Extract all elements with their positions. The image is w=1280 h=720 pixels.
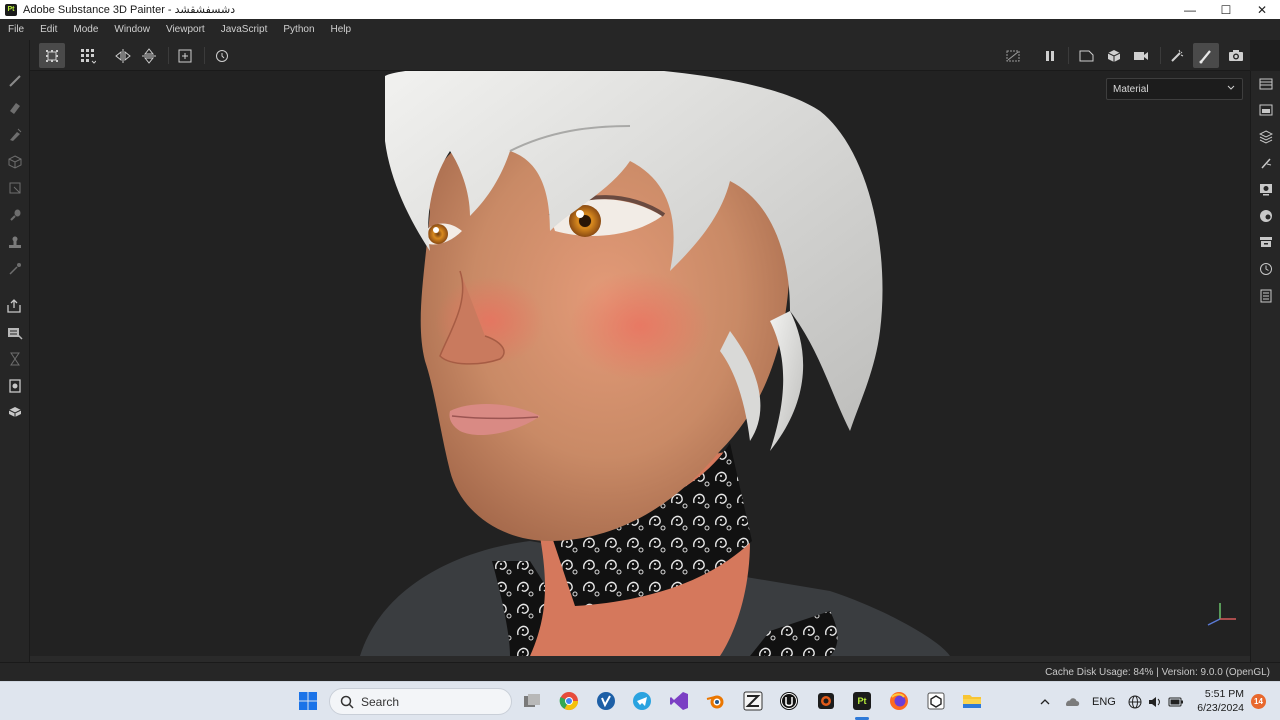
app-logo-icon: Pt — [5, 3, 17, 16]
menu-javascript[interactable]: JavaScript — [213, 24, 276, 35]
hourglass-icon[interactable] — [3, 348, 27, 370]
pause-icon[interactable] — [1037, 43, 1063, 68]
blender-icon[interactable] — [704, 689, 728, 713]
brush-lighting-icon[interactable] — [1164, 43, 1190, 68]
title-bar: Pt Adobe Substance 3D Painter - دشسفشقشد… — [0, 0, 1280, 19]
export-icon[interactable] — [3, 295, 27, 317]
start-icon[interactable] — [296, 689, 320, 713]
tray-overflow-chevron-icon[interactable] — [1040, 698, 1050, 706]
status-text: Cache Disk Usage: 84% | Version: 9.0.0 (… — [1045, 667, 1270, 678]
3d-viewport[interactable]: Material — [30, 71, 1250, 656]
window-title: Adobe Substance 3D Painter - دشسفشقشد — [23, 4, 236, 16]
camera-persp-icon[interactable] — [1074, 43, 1100, 68]
clone-icon[interactable] — [3, 231, 27, 253]
unreal-icon[interactable] — [777, 689, 801, 713]
taskbar-search-box[interactable]: Search — [329, 688, 512, 715]
layers-panel-icon[interactable] — [1254, 73, 1278, 95]
menu-python[interactable]: Python — [275, 24, 322, 35]
onedrive-icon[interactable] — [1064, 696, 1080, 708]
grid-options-icon[interactable] — [75, 43, 101, 68]
volume-icon[interactable] — [1148, 696, 1162, 708]
assets-icon[interactable] — [1254, 231, 1278, 253]
substance-painter-icon[interactable]: Pt — [850, 689, 874, 713]
clock-date: 6/23/2024 — [1197, 702, 1244, 714]
menu-window[interactable]: Window — [106, 24, 158, 35]
geometry-fill-icon[interactable] — [3, 151, 27, 173]
search-placeholder: Search — [361, 694, 400, 709]
mesh-icon[interactable] — [3, 401, 27, 423]
substance-painter-label: Pt — [857, 696, 867, 706]
smudge-icon[interactable] — [3, 204, 27, 226]
brush-settings-icon[interactable] — [1254, 152, 1278, 174]
taskbar-clock[interactable]: 5:51 PM 6/23/2024 — [1197, 687, 1244, 715]
color-picker-icon[interactable] — [3, 258, 27, 280]
properties-panel-icon[interactable] — [1254, 99, 1278, 121]
unity-icon[interactable] — [924, 689, 948, 713]
menu-mode[interactable]: Mode — [65, 24, 106, 35]
chrome-icon[interactable] — [557, 689, 581, 713]
viewport-toolbar — [30, 40, 1250, 71]
status-bar: Cache Disk Usage: 84% | Version: 9.0.0 (… — [0, 662, 1280, 681]
grid-snap-icon[interactable] — [39, 43, 65, 68]
close-button[interactable]: ✕ — [1244, 0, 1280, 19]
left-tool-column — [0, 40, 30, 662]
substance-designer-icon[interactable] — [814, 689, 838, 713]
network-globe-icon[interactable] — [1128, 695, 1142, 709]
screenshot-icon[interactable] — [1223, 43, 1249, 68]
windows-taskbar: Search Pt ENG 5:51 PM 6/23/2024 14 — [0, 681, 1280, 720]
menu-viewport[interactable]: Viewport — [158, 24, 213, 35]
bake-icon[interactable] — [3, 322, 27, 344]
menu-file[interactable]: File — [0, 24, 32, 35]
paint-brush-icon[interactable] — [1193, 43, 1219, 68]
history-icon[interactable] — [1254, 258, 1278, 280]
eraser-icon[interactable] — [3, 97, 27, 119]
firefox-icon[interactable] — [887, 689, 911, 713]
symmetry-y-icon[interactable] — [136, 43, 162, 68]
shader-icon[interactable] — [1254, 205, 1278, 227]
menu-bar: File Edit Mode Window Viewport JavaScrip… — [0, 19, 1280, 40]
history-reset-icon[interactable] — [209, 43, 235, 68]
substance-painter-window: Pt Adobe Substance 3D Painter - دشسفشقشد… — [0, 0, 1280, 720]
telegram-icon[interactable] — [630, 689, 654, 713]
clock-time: 5:51 PM — [1204, 688, 1244, 700]
stack-icon[interactable] — [1254, 126, 1278, 148]
add-frame-icon[interactable] — [172, 43, 198, 68]
visual-studio-icon[interactable] — [667, 689, 691, 713]
chevron-down-icon — [1226, 83, 1236, 96]
notification-badge[interactable]: 14 — [1251, 694, 1266, 709]
log-icon[interactable] — [1254, 285, 1278, 307]
battery-icon[interactable] — [1168, 697, 1184, 707]
symmetry-x-icon[interactable] — [110, 43, 136, 68]
language-indicator[interactable]: ENG — [1092, 696, 1116, 708]
search-icon — [340, 695, 354, 709]
minimize-button[interactable]: — — [1172, 0, 1208, 19]
system-tray: ENG — [1040, 682, 1184, 720]
display-settings-icon[interactable] — [1254, 178, 1278, 200]
viewport-mode-select[interactable]: Material — [1106, 78, 1243, 100]
character-render — [360, 71, 1236, 656]
maximize-button[interactable]: ☐ — [1208, 0, 1244, 19]
projection-icon[interactable] — [3, 124, 27, 146]
viewport-mode-label: Material — [1113, 83, 1149, 95]
polygon-fill-icon[interactable] — [3, 177, 27, 199]
menu-help[interactable]: Help — [323, 24, 360, 35]
texture-set-icon[interactable] — [3, 375, 27, 397]
right-panel-column — [1250, 71, 1280, 662]
menu-edit[interactable]: Edit — [32, 24, 65, 35]
hide-icon[interactable] — [1000, 43, 1026, 68]
file-explorer-icon[interactable] — [960, 689, 984, 713]
paint-icon[interactable] — [3, 70, 27, 92]
vscode-like-icon[interactable] — [594, 689, 618, 713]
cube-view-icon[interactable] — [1101, 43, 1127, 68]
zbrush-icon[interactable] — [741, 689, 765, 713]
task-view-icon[interactable] — [520, 689, 544, 713]
video-camera-icon[interactable] — [1128, 43, 1154, 68]
